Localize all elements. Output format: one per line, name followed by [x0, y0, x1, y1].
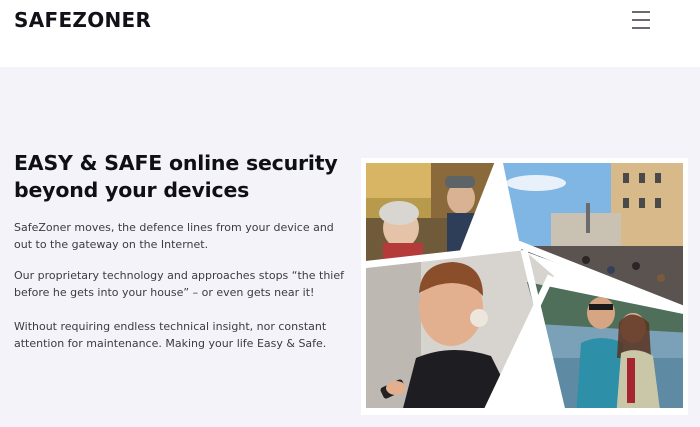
hamburger-menu-icon[interactable]	[628, 9, 654, 31]
site-header: SAFEZONER	[0, 0, 700, 67]
hero-paragraph-1: SafeZoner moves, the defence lines from …	[14, 221, 334, 251]
photo-collage	[360, 156, 690, 417]
photo-collage-graphic	[360, 156, 690, 417]
hero-paragraph-2: Our proprietary technology and approache…	[14, 269, 345, 299]
hero-paragraph-3: Without requiring endless technical insi…	[14, 320, 327, 350]
brand-logo[interactable]: SAFEZONER	[14, 8, 151, 32]
hero-headline: EASY & SAFE online security beyond your …	[14, 151, 338, 202]
